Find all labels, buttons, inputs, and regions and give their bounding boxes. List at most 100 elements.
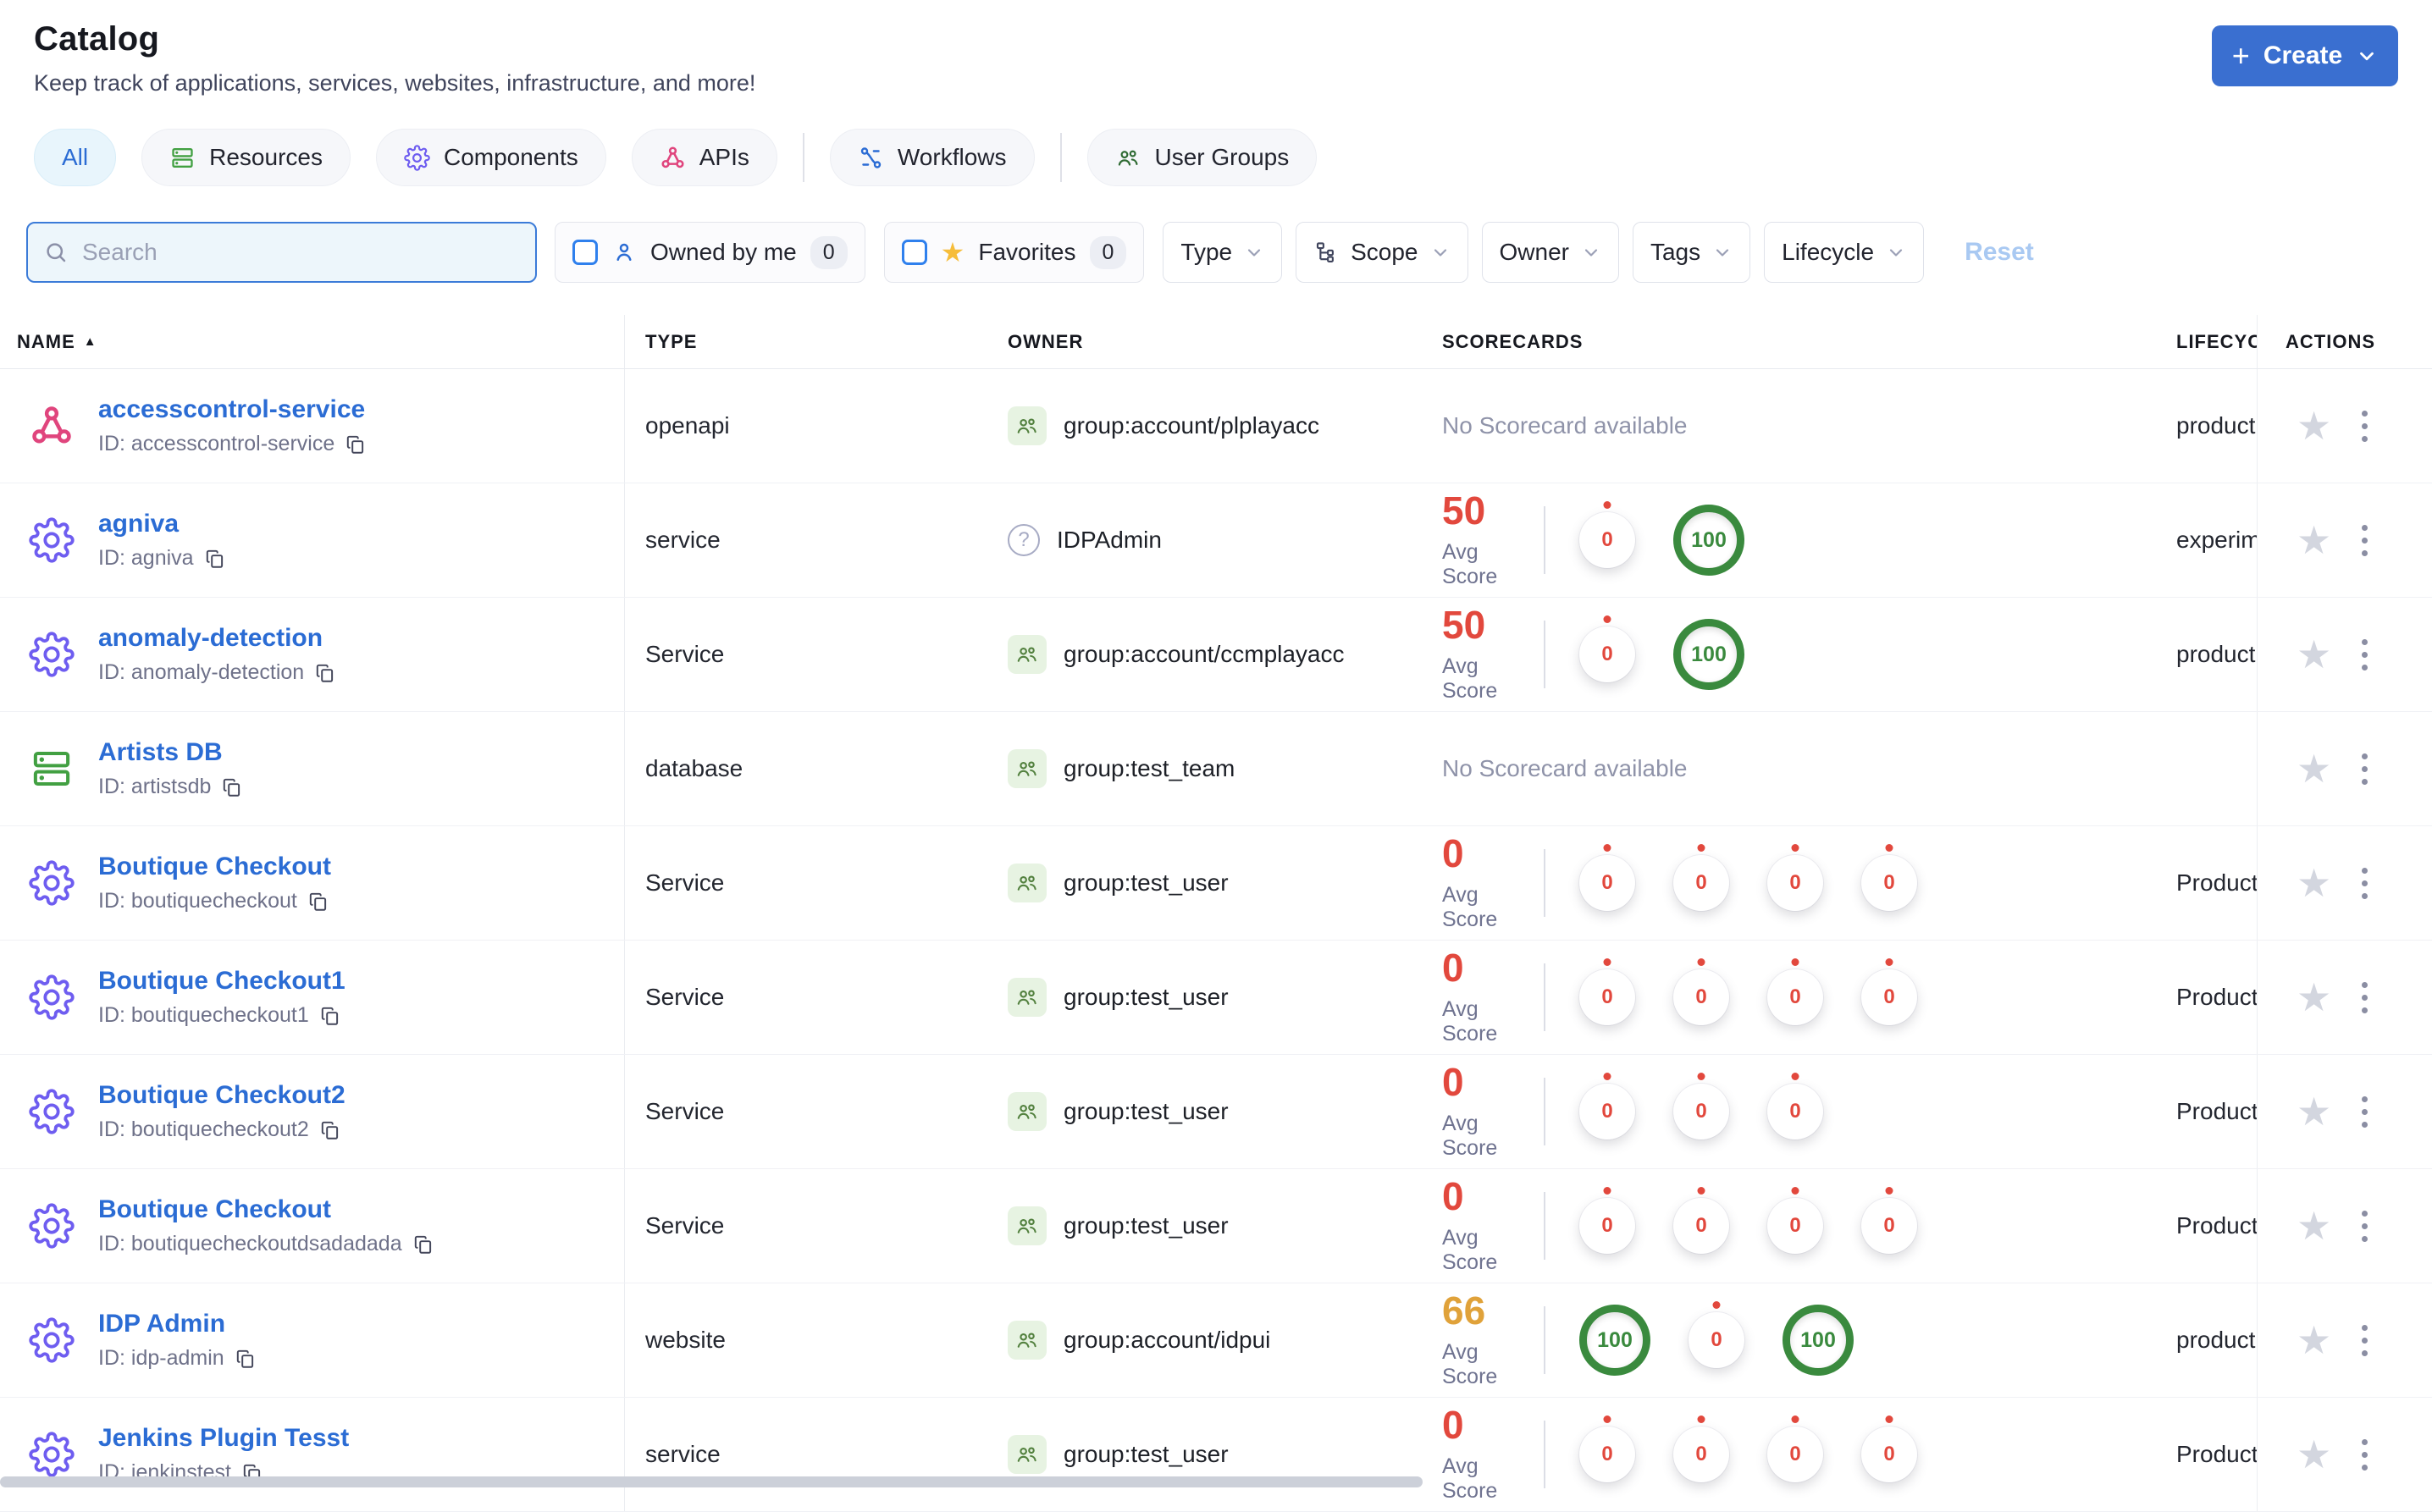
table-header-row: NAME ▲ TYPE OWNER SCORECARDS LIFECYCLE A… [0,315,2432,369]
favorite-star-icon[interactable]: ★ [2297,1092,2331,1131]
copy-icon[interactable] [235,1348,257,1370]
entity-name-link[interactable]: Boutique Checkout [98,1195,434,1224]
copy-icon[interactable] [319,1119,341,1141]
owner-dropdown[interactable]: Owner [1481,222,1619,283]
favorites-filter[interactable]: ★ Favorites 0 [883,222,1145,283]
search-input[interactable] [80,238,520,267]
tags-dropdown[interactable]: Tags [1632,222,1751,283]
actions-cell: ★ [2257,712,2432,825]
search-box[interactable] [26,222,537,283]
entity-name-link[interactable]: Boutique Checkout [98,853,331,881]
kebab-menu-icon[interactable] [2357,1320,2373,1361]
entity-name-link[interactable]: IDP Admin [98,1310,257,1338]
avg-score-label: Avg Score [1442,883,1498,931]
avg-score-value: 50 [1442,603,1486,647]
page-subtitle: Keep track of applications, services, we… [34,70,756,96]
entity-name-link[interactable]: anomaly-detection [98,624,336,653]
favorite-star-icon[interactable]: ★ [2297,1206,2331,1245]
column-header-type: TYPE [645,330,698,352]
tab-user-groups-label: User Groups [1154,144,1290,170]
group-badge-icon [1008,1435,1047,1474]
tab-resources[interactable]: Resources [141,129,351,186]
tab-user-groups[interactable]: User Groups [1086,129,1318,186]
reset-filters-link[interactable]: Reset [1965,238,2034,267]
avg-score-block: 50 Avg Score [1442,491,1535,589]
lifecycle-cell: Production [2176,1055,2257,1168]
entity-type: Service [645,869,725,896]
type-cell: database [625,712,1008,825]
kebab-menu-icon[interactable] [2357,863,2373,904]
entity-name-link[interactable]: Jenkins Plugin Tesst [98,1424,349,1453]
favorite-star-icon[interactable]: ★ [2297,406,2331,445]
copy-icon[interactable] [204,548,226,570]
owner-cell: group:test_team [1008,712,1442,825]
kebab-menu-icon[interactable] [2357,634,2373,676]
type-dropdown[interactable]: Type [1163,222,1283,283]
kebab-menu-icon[interactable] [2357,1434,2373,1476]
favorite-star-icon[interactable]: ★ [2297,1321,2331,1360]
kebab-menu-icon[interactable] [2357,406,2373,447]
type-dropdown-label: Type [1180,239,1233,265]
table-row: agniva ID: agniva service ? IDPAdmin No … [0,483,2432,598]
copy-icon[interactable] [221,776,243,798]
copy-icon[interactable] [314,662,336,684]
entity-name-link[interactable]: agniva [98,510,226,538]
owner-cell: group:test_user [1008,826,1442,940]
copy-icon[interactable] [345,433,367,455]
page-header: Catalog Keep track of applications, serv… [0,0,2432,97]
favorite-star-icon[interactable]: ★ [2297,864,2331,902]
scorecard-score-circle: 0 [1579,969,1635,1025]
gear-icon [29,860,75,906]
favorite-star-icon[interactable]: ★ [2297,1435,2331,1474]
favorites-checkbox[interactable] [901,240,927,265]
horizontal-scrollbar[interactable] [0,1476,1423,1487]
scorecard-circles: 0000 [1579,855,1917,911]
owner-label: group:test_user [1064,869,1229,896]
entity-name-link[interactable]: Boutique Checkout1 [98,967,345,996]
chevron-down-icon [1886,242,1906,262]
scope-dropdown[interactable]: Scope [1296,222,1468,283]
create-button[interactable]: + Create [2212,25,2398,86]
column-header-name[interactable]: NAME ▲ [0,315,625,368]
table-row: IDP Admin ID: idp-admin website group:ac… [0,1283,2432,1398]
kebab-menu-icon[interactable] [2357,520,2373,561]
scorecard-score-circle: 100 [1673,619,1744,690]
entity-name-link[interactable]: accesscontrol-service [98,395,367,424]
copy-icon[interactable] [307,891,329,913]
kebab-menu-icon[interactable] [2357,1206,2373,1247]
lifecycle-dropdown[interactable]: Lifecycle [1764,222,1925,283]
tab-components[interactable]: Components [375,129,606,186]
copy-icon[interactable] [319,1005,341,1027]
favorite-star-icon[interactable]: ★ [2297,749,2331,788]
kebab-menu-icon[interactable] [2357,977,2373,1018]
owned-by-me-checkbox[interactable] [572,240,598,265]
entity-name-link[interactable]: Boutique Checkout2 [98,1081,345,1110]
filter-bar: Owned by me 0 ★ Favorites 0 Type Scope O… [26,222,2398,283]
scorecard-score-circle: 0 [1767,1426,1823,1482]
owned-by-me-filter[interactable]: Owned by me 0 [555,222,865,283]
entity-type: website [645,1327,726,1353]
kebab-menu-icon[interactable] [2357,748,2373,790]
entity-name-link[interactable]: Artists DB [98,738,243,767]
tab-all[interactable]: All [34,129,117,186]
kebab-menu-icon[interactable] [2357,1091,2373,1133]
scorecard-score-circle: 0 [1579,1426,1635,1482]
scorecard-score-circle: 100 [1673,505,1744,576]
column-header-lifecycle: LIFECYCLE [2176,330,2257,352]
entity-id: ID: boutiquecheckoutdsadadada [98,1232,434,1256]
chevron-down-icon [1430,242,1451,262]
tab-apis[interactable]: APIs [631,129,777,186]
favorite-star-icon[interactable]: ★ [2297,521,2331,560]
name-cell: Artists DB ID: artistsdb [0,712,625,825]
lifecycle-cell: Production [2176,1169,2257,1283]
entity-id: ID: accesscontrol-service [98,432,367,456]
avg-score-value: 0 [1442,1060,1464,1104]
favorite-star-icon[interactable]: ★ [2297,978,2331,1017]
lifecycle-value: Production [2176,1441,2257,1467]
copy-icon[interactable] [412,1233,434,1255]
actions-cell: ★ [2257,1398,2432,1511]
type-cell: Service [625,598,1008,711]
tab-workflows[interactable]: Workflows [829,129,1035,186]
favorite-star-icon[interactable]: ★ [2297,635,2331,674]
type-cell: website [625,1283,1008,1397]
